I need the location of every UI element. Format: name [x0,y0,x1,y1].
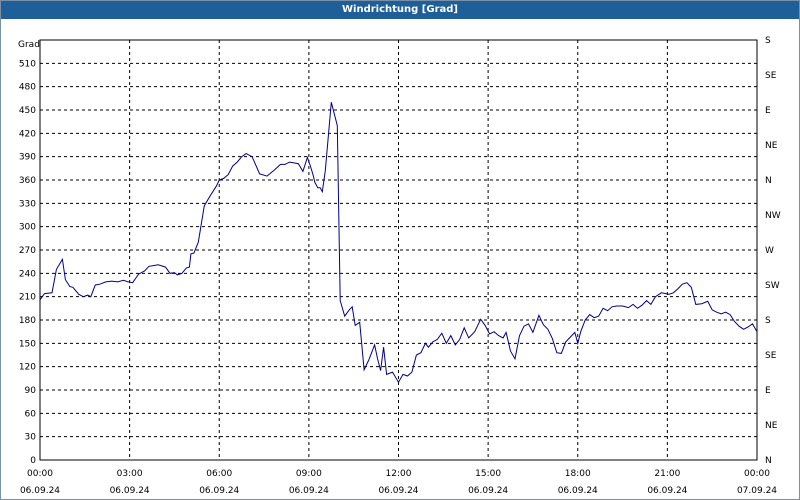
y2-tick-label: SE [765,71,777,81]
y-tick-label: 60 [25,409,37,419]
y2-tick-label: N [765,176,772,186]
y-tick-label: 180 [19,316,36,326]
y2-tick-label: NE [765,141,778,151]
y2-tick-label: S [765,316,771,326]
wind-direction-chart: Grad 0 30 60 90 120 150 180 210 240 270 300 330 360 3… [18,36,781,496]
y2-tick-label: S [765,36,771,46]
x-tick-date: 06.09.24 [289,486,329,496]
x-tick-date: 06.09.24 [378,486,418,496]
x-tick-time: 03:00 [117,469,143,479]
x-tick-date: 06.09.24 [110,486,150,496]
y-tick-label: 270 [19,246,36,256]
x-tick-time: 18:00 [565,469,591,479]
x-tick-date: 06.09.24 [558,486,598,496]
x-tick-time: 09:00 [296,469,322,479]
y2-tick-label: E [765,106,771,116]
x-tick-time: 15:00 [475,469,501,479]
y-tick-label: 300 [19,223,36,233]
y2-tick-label: E [765,386,771,396]
y-tick-label: 210 [19,293,36,303]
y-tick-label: 30 [25,433,37,443]
y-tick-label: 360 [19,176,36,186]
x-tick-time: 06:00 [206,469,232,479]
y2-tick-label: NW [765,211,781,221]
y-tick-label: 330 [19,199,36,209]
y-tick-label: 420 [19,129,36,139]
y-tick-label: 120 [19,363,36,373]
x-tick-time: 21:00 [654,469,680,479]
y-tick-label: 240 [19,269,36,279]
x-tick-date: 06.09.24 [647,486,687,496]
y2-tick-label: SE [765,351,777,361]
y2-tick-label: N [765,456,772,466]
y-tick-label: 450 [19,106,36,116]
y-tick-label: 390 [19,153,36,163]
x-tick-time: 00:00 [744,469,770,479]
x-tick-date: 07.09.24 [737,486,777,496]
y-tick-label: 510 [19,59,36,69]
x-tick-time: 12:00 [386,469,412,479]
x-tick-date: 06.09.24 [468,486,508,496]
y2-tick-label: W [765,246,774,256]
y-tick-label: 480 [19,83,36,93]
x-tick-date: 06.09.24 [199,486,239,496]
x-tick-date: 06.09.24 [20,486,60,496]
y-tick-label: 150 [19,339,36,349]
y-tick-label: 90 [25,386,37,396]
y2-tick-label: NE [765,421,778,431]
y-tick-label: 0 [30,456,36,466]
y2-tick-label: SW [765,281,780,291]
y-axis-label: Grad [18,40,40,50]
x-tick-time: 00:00 [27,469,53,479]
